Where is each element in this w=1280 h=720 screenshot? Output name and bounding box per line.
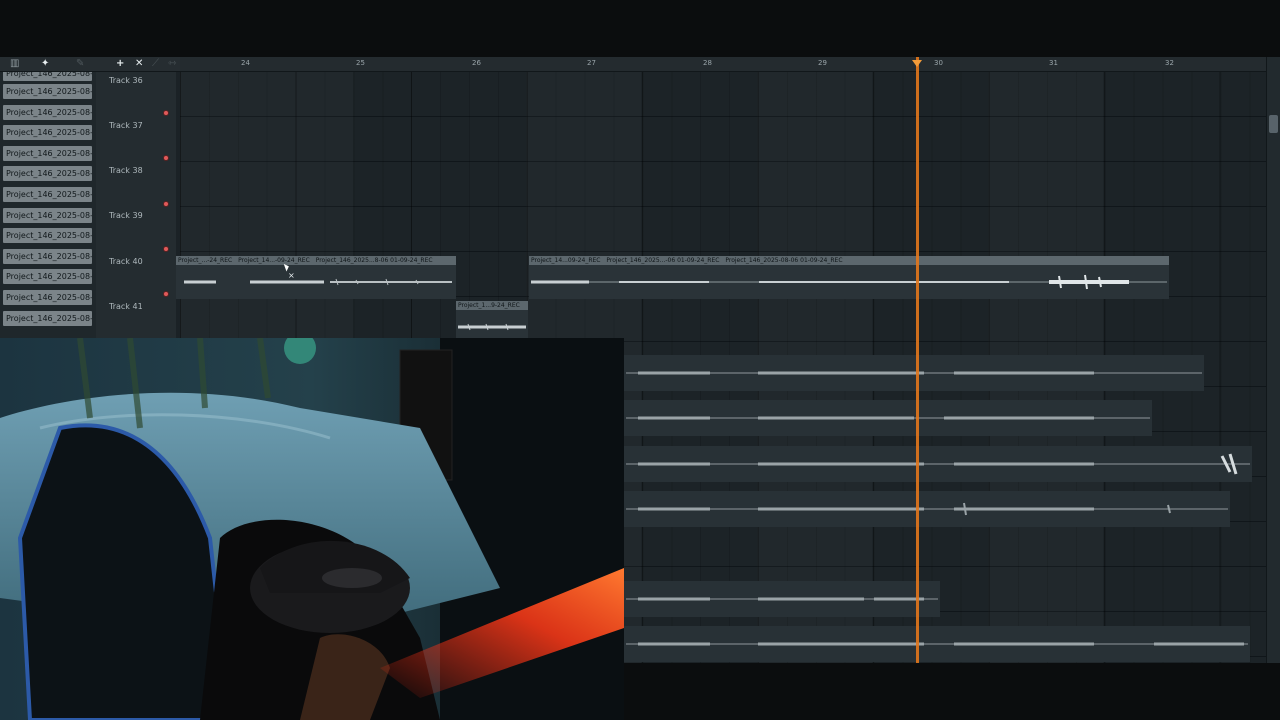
picker-item[interactable]: Project_146_2025-08-06... bbox=[3, 249, 92, 264]
bar-number: 25 bbox=[356, 59, 365, 67]
vertical-scrollbar[interactable] bbox=[1266, 57, 1280, 663]
bar-number: 32 bbox=[1165, 59, 1174, 67]
track-label[interactable]: Track 39 bbox=[109, 211, 143, 220]
link-icon[interactable]: ⇿ bbox=[168, 57, 176, 71]
track-label[interactable]: Track 38 bbox=[109, 166, 143, 175]
add-icon[interactable]: + bbox=[116, 57, 124, 71]
delete-icon[interactable]: ✕ bbox=[135, 57, 143, 71]
audio-clip[interactable]: Project_...-24_REC Project_14...-09-24_R… bbox=[176, 256, 456, 299]
audio-clip[interactable] bbox=[624, 400, 1152, 436]
audio-clip[interactable] bbox=[624, 581, 940, 617]
picker-item[interactable]: Project_146_2025-08-06... bbox=[3, 208, 92, 223]
clip-title: Project_146_2025...-06 01-09-24_REC bbox=[606, 257, 720, 264]
audio-clip[interactable] bbox=[624, 491, 1230, 527]
record-indicator-icon[interactable] bbox=[164, 156, 168, 160]
bar-number: 30 bbox=[934, 59, 943, 67]
playhead-line[interactable] bbox=[916, 57, 919, 663]
clip-title: Project_...-24_REC bbox=[178, 257, 233, 264]
waveform bbox=[184, 278, 452, 286]
bar-number: 28 bbox=[703, 59, 712, 67]
bar-number: 29 bbox=[818, 59, 827, 67]
picker-item[interactable]: Project_146_2025-08-06... bbox=[3, 311, 92, 326]
audio-clip[interactable] bbox=[624, 355, 1204, 391]
clip-title: Project_14...-09-24_REC bbox=[238, 257, 310, 264]
audio-clip[interactable] bbox=[624, 446, 1252, 482]
picker-item[interactable]: Project_146_2025-08-06... bbox=[3, 228, 92, 243]
waveform bbox=[531, 274, 1167, 290]
bar-number: 27 bbox=[587, 59, 596, 67]
bar-number: 31 bbox=[1049, 59, 1058, 67]
record-indicator-icon[interactable] bbox=[164, 247, 168, 251]
clip-title: Project_14...09-24_REC bbox=[531, 257, 601, 264]
waveform bbox=[626, 502, 1228, 516]
waveform bbox=[626, 597, 938, 601]
bar-number: 24 bbox=[241, 59, 250, 67]
clip-title: Project_1...9-24_REC bbox=[458, 302, 520, 309]
picker-item[interactable]: Project_146_2025-08-06... bbox=[3, 166, 92, 181]
top-letterbox bbox=[0, 0, 1280, 57]
bottom-letterbox bbox=[624, 663, 1280, 720]
webcam-overlay bbox=[0, 338, 624, 720]
waveform bbox=[626, 371, 1202, 375]
timeline-ruler[interactable]: 24 25 26 27 28 29 30 31 32 bbox=[180, 57, 1266, 72]
snap-icon[interactable]: ▥ bbox=[10, 57, 19, 71]
webcam-image bbox=[0, 338, 624, 720]
picker-item[interactable]: Project_146_2025-08-06... bbox=[3, 105, 92, 120]
waveform bbox=[626, 642, 1248, 646]
audio-clip[interactable]: Project_14...09-24_REC Project_146_2025.… bbox=[529, 256, 1169, 299]
cursor-cross-icon: × bbox=[288, 271, 295, 280]
picker-item[interactable]: Project_146_2025-08-06... bbox=[3, 72, 92, 81]
waveform-icon[interactable]: ✦ bbox=[41, 57, 49, 71]
picker-item[interactable]: Project_146_2025-08-06... bbox=[3, 146, 92, 161]
clip-title: Project_146_2025-08-06 01-09-24_REC bbox=[725, 257, 843, 264]
clip-header: Project_1...9-24_REC bbox=[456, 301, 528, 310]
scrollbar-thumb[interactable] bbox=[1269, 115, 1278, 133]
track-label[interactable]: Track 36 bbox=[109, 76, 143, 85]
track-label[interactable]: Track 41 bbox=[109, 302, 143, 311]
record-indicator-icon[interactable] bbox=[164, 111, 168, 115]
picker-item[interactable]: Project_146_2025-08-06... bbox=[3, 125, 92, 140]
record-indicator-icon[interactable] bbox=[164, 292, 168, 296]
track-headers: Track 36 Track 37 Track 38 Track 39 Trac… bbox=[96, 72, 176, 352]
bar-number: 26 bbox=[472, 59, 481, 67]
picker-item[interactable]: Project_146_2025-08-06... bbox=[3, 187, 92, 202]
record-indicator-icon[interactable] bbox=[164, 202, 168, 206]
waveform bbox=[626, 416, 1150, 420]
audio-clip[interactable] bbox=[624, 626, 1250, 662]
playhead-marker-icon[interactable] bbox=[912, 60, 922, 67]
picker-item[interactable]: Project_146_2025-08-06... bbox=[3, 290, 92, 305]
track-label[interactable]: Track 37 bbox=[109, 121, 143, 130]
clip-title: Project_146_2025...8-06 01-09-24_REC bbox=[315, 257, 433, 264]
pencil-icon[interactable]: ✎ bbox=[76, 57, 84, 71]
waveform bbox=[626, 453, 1250, 475]
clip-header: Project_14...09-24_REC Project_146_2025.… bbox=[529, 256, 1169, 265]
picker-item[interactable]: Project_146_2025-08-06... bbox=[3, 84, 92, 99]
clip-picker-panel: Project_146_2025-08-06... Project_146_20… bbox=[0, 72, 96, 352]
playlist-toolbar: ▥ ✦ ✎ + ✕ ⟋ ⇿ bbox=[0, 57, 180, 72]
picker-item[interactable]: Project_146_2025-08-06... bbox=[3, 269, 92, 284]
clip-header: Project_...-24_REC Project_14...-09-24_R… bbox=[176, 256, 456, 265]
track-label[interactable]: Track 40 bbox=[109, 257, 143, 266]
slice-icon[interactable]: ⟋ bbox=[152, 57, 159, 71]
